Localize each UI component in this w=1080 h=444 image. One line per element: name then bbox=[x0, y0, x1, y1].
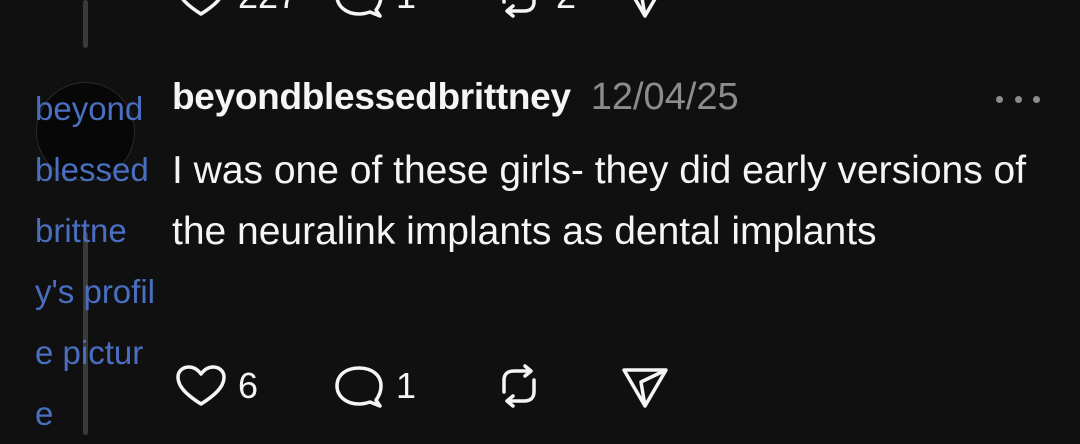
more-dot bbox=[996, 95, 1003, 103]
like-count: 6 bbox=[238, 365, 259, 406]
previous-like-button[interactable]: 227 bbox=[172, 0, 330, 20]
paper-plane-icon bbox=[622, 368, 668, 408]
reply-button[interactable]: 1 bbox=[330, 362, 490, 410]
thread-line-top bbox=[83, 0, 88, 48]
share-button[interactable] bbox=[616, 362, 676, 410]
more-options-icon[interactable] bbox=[996, 92, 1040, 106]
previous-like-count: 227 bbox=[238, 0, 298, 17]
username-link[interactable]: beyondblessedbrittney bbox=[172, 76, 571, 118]
previous-reply-button[interactable]: 1 bbox=[330, 0, 490, 20]
comment-actions: 6 1 bbox=[172, 362, 676, 410]
previous-share-button[interactable] bbox=[616, 0, 676, 20]
speech-bubble-icon bbox=[335, 366, 383, 408]
repost-button[interactable] bbox=[490, 362, 616, 410]
previous-reply-count: 1 bbox=[396, 0, 416, 17]
more-dot bbox=[1033, 95, 1040, 103]
previous-repost-count: 2 bbox=[556, 0, 576, 17]
like-button[interactable]: 6 bbox=[172, 362, 330, 410]
heart-icon bbox=[176, 365, 226, 406]
reply-count: 1 bbox=[396, 365, 417, 406]
comment-date: 12/04/25 bbox=[590, 76, 739, 118]
heart-icon bbox=[181, 0, 221, 16]
avatar[interactable]: beyondblessedbrittney's profile picture bbox=[35, 78, 161, 432]
paper-plane-icon bbox=[633, 0, 657, 18]
repost-icon bbox=[502, 0, 536, 18]
speech-bubble-icon bbox=[335, 0, 383, 18]
previous-post-actions: 227 1 2 bbox=[172, 0, 676, 20]
repost-icon bbox=[502, 364, 536, 408]
comment-text: I was one of these girls- they did early… bbox=[172, 149, 1027, 253]
more-dot bbox=[1014, 95, 1022, 103]
previous-repost-button[interactable]: 2 bbox=[490, 0, 616, 20]
comment-header: beyondblessedbrittney 12/04/25 bbox=[172, 76, 739, 119]
